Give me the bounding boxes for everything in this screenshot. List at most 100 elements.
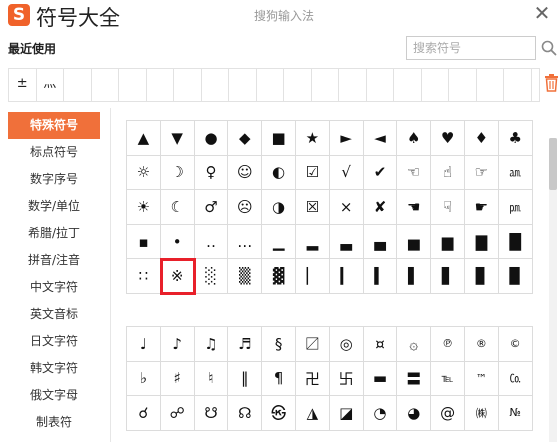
symbol-cell[interactable]: ¤: [363, 327, 398, 362]
symbol-cell[interactable]: ©: [498, 327, 533, 362]
symbol-cell[interactable]: ۞: [397, 327, 432, 362]
symbol-cell[interactable]: ¶: [262, 361, 296, 397]
symbol-cell[interactable]: ▬: [363, 361, 398, 397]
symbol-cell[interactable]: ☾: [160, 190, 195, 225]
symbol-cell[interactable]: ◔: [363, 396, 398, 431]
symbol-cell[interactable]: ㏘: [498, 190, 533, 225]
symbol-cell[interactable]: ♫: [194, 327, 229, 362]
scrollbar-thumb[interactable]: [549, 138, 557, 190]
recent-symbol-cell[interactable]: [422, 69, 449, 101]
symbol-cell[interactable]: ℗: [431, 327, 465, 362]
search-box[interactable]: [406, 36, 536, 60]
symbol-cell[interactable]: ♬: [228, 327, 263, 362]
recent-symbol-cell[interactable]: [64, 69, 92, 101]
sidebar-item[interactable]: 希腊/拉丁: [8, 220, 100, 247]
symbol-cell[interactable]: √: [329, 155, 364, 191]
symbol-cell[interactable]: ♪: [160, 327, 195, 362]
recent-symbol-cell[interactable]: [257, 69, 284, 101]
recent-symbol-cell[interactable]: [504, 69, 532, 101]
recent-symbol-cell[interactable]: [394, 69, 422, 101]
symbol-cell[interactable]: ▊: [464, 259, 499, 294]
symbol-cell[interactable]: ▆: [431, 224, 465, 260]
symbol-cell[interactable]: ▒: [228, 259, 263, 294]
symbol-cell[interactable]: №: [498, 396, 533, 431]
sidebar-item[interactable]: 俄文字母: [8, 382, 100, 409]
symbol-cell[interactable]: ◮: [295, 396, 330, 431]
symbol-cell[interactable]: ◐: [262, 155, 296, 191]
symbol-cell[interactable]: ◪: [329, 396, 364, 431]
symbol-cell[interactable]: ▂: [295, 224, 330, 260]
symbol-cell[interactable]: 卍: [295, 361, 330, 397]
symbol-cell[interactable]: 〼: [295, 327, 330, 362]
symbol-cell[interactable]: 〓: [397, 361, 432, 397]
symbol-cell[interactable]: ☜: [397, 155, 432, 191]
symbol-cell[interactable]: ✘: [363, 190, 398, 225]
symbol-cell[interactable]: ㏂: [498, 155, 533, 191]
recent-symbol-cell[interactable]: [229, 69, 257, 101]
recent-symbol-cell[interactable]: ±: [9, 69, 37, 101]
sidebar-item[interactable]: 韩文字符: [8, 355, 100, 382]
symbol-cell[interactable]: ▌: [397, 259, 432, 294]
symbol-cell[interactable]: ▏: [295, 259, 330, 294]
sidebar-item[interactable]: 数字序号: [8, 166, 100, 193]
symbol-cell[interactable]: ♭: [127, 361, 161, 397]
symbol-cell[interactable]: ☚: [397, 190, 432, 225]
symbol-cell[interactable]: 卐: [329, 361, 364, 397]
symbol-cell[interactable]: ♠: [397, 121, 432, 156]
sidebar-item[interactable]: 制表符: [8, 409, 100, 436]
sidebar-item[interactable]: 拼音/注音: [8, 247, 100, 274]
symbol-cell[interactable]: ☋: [194, 396, 229, 431]
recent-symbol-cell[interactable]: 灬: [37, 69, 64, 101]
symbol-cell[interactable]: ♀: [194, 155, 229, 191]
symbol-cell[interactable]: ☀: [127, 190, 161, 225]
symbol-cell[interactable]: ㉿: [262, 396, 296, 431]
symbol-cell[interactable]: ▋: [431, 259, 465, 294]
recent-symbol-cell[interactable]: [477, 69, 504, 101]
symbol-cell[interactable]: ☹: [228, 190, 263, 225]
symbol-cell[interactable]: ☼: [127, 155, 161, 191]
symbol-cell[interactable]: ‖: [228, 361, 263, 397]
sidebar-item[interactable]: 中文字符: [8, 274, 100, 301]
symbol-cell[interactable]: ▇: [464, 224, 499, 260]
symbol-cell[interactable]: ▼: [160, 121, 195, 156]
symbol-cell[interactable]: ▍: [363, 259, 398, 294]
symbol-cell[interactable]: •: [160, 224, 195, 260]
symbol-cell[interactable]: ◎: [329, 327, 364, 362]
symbol-cell[interactable]: ♯: [160, 361, 195, 397]
symbol-cell[interactable]: ∷: [127, 259, 161, 294]
recent-symbol-cell[interactable]: [174, 69, 202, 101]
symbol-cell[interactable]: ▎: [329, 259, 364, 294]
symbol-cell[interactable]: ▅: [397, 224, 432, 260]
symbol-cell[interactable]: ✔: [363, 155, 398, 191]
symbol-cell[interactable]: ◕: [397, 396, 432, 431]
sidebar-item[interactable]: 特殊符号: [8, 112, 100, 139]
symbol-cell[interactable]: ●: [194, 121, 229, 156]
symbol-cell[interactable]: ★: [295, 121, 330, 156]
trash-icon[interactable]: [544, 74, 559, 92]
symbol-cell[interactable]: ×: [329, 190, 364, 225]
recent-symbol-cell[interactable]: [202, 69, 229, 101]
symbol-cell[interactable]: ▓: [262, 259, 296, 294]
symbol-cell[interactable]: ☑: [295, 155, 330, 191]
symbol-cell[interactable]: ▲: [127, 121, 161, 156]
symbol-cell[interactable]: ℡: [431, 361, 465, 397]
close-button[interactable]: ✕: [530, 1, 554, 25]
symbol-cell[interactable]: ▉: [498, 259, 533, 294]
symbol-cell[interactable]: ☒: [295, 190, 330, 225]
symbol-cell[interactable]: ♩: [127, 327, 161, 362]
symbol-cell[interactable]: ☺: [228, 155, 263, 191]
recent-symbol-cell[interactable]: [147, 69, 174, 101]
symbol-cell[interactable]: ®: [464, 327, 499, 362]
sidebar-item[interactable]: 日文字符: [8, 328, 100, 355]
recent-symbol-cell[interactable]: [339, 69, 367, 101]
symbol-cell[interactable]: ◆: [228, 121, 263, 156]
search-icon[interactable]: [540, 39, 558, 57]
symbol-cell[interactable]: ■: [262, 121, 296, 156]
sidebar-item[interactable]: 英文音标: [8, 301, 100, 328]
symbol-cell[interactable]: ♦: [464, 121, 499, 156]
recent-symbol-cell[interactable]: [119, 69, 147, 101]
recent-symbol-cell[interactable]: [92, 69, 119, 101]
symbol-cell[interactable]: ☟: [431, 190, 465, 225]
symbol-cell[interactable]: ▪: [127, 224, 161, 260]
symbol-cell[interactable]: ◑: [262, 190, 296, 225]
